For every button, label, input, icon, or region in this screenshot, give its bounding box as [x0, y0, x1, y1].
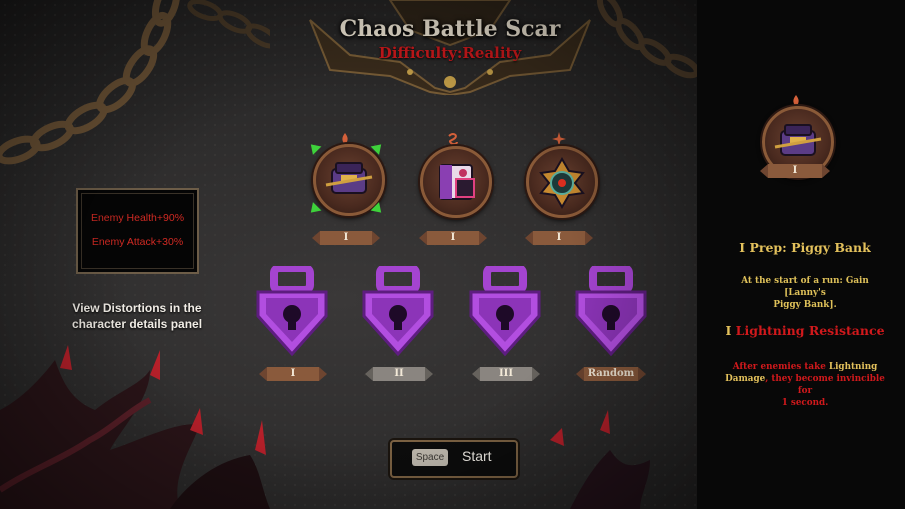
relic-icon-spellbook	[420, 146, 492, 218]
lock-icon	[469, 266, 541, 356]
detail-relic-level-ribbon: I	[760, 164, 830, 178]
game-screen: Chaos Battle Scar Difficulty:Reality Ene…	[0, 0, 905, 509]
desc-text: , they become invincible for	[765, 374, 885, 396]
compass-icon	[539, 157, 585, 209]
enemy-stats-panel: Enemy Health+90% Enemy Attack+30%	[76, 188, 199, 274]
start-button[interactable]: Space Start	[390, 440, 518, 478]
space-key-hint: Space	[412, 449, 448, 466]
entry-name: Lightning Resistance	[735, 323, 885, 338]
lock-icon	[575, 266, 647, 356]
start-label: Start	[462, 448, 492, 464]
page-title: Chaos Battle Scar	[339, 16, 561, 42]
entry-description-line: At the start of a run: Gain [Lanny's	[741, 276, 869, 298]
entry-numeral: I	[725, 323, 732, 338]
relic-level-ribbon: I	[419, 231, 487, 245]
desc-keyword: Damage	[725, 374, 766, 384]
entry-description-line: Piggy Bank].	[773, 300, 837, 310]
enemy-attack-stat: Enemy Attack+30%	[91, 236, 184, 248]
relic-level-ribbon: I	[312, 231, 380, 245]
desc-text: 1 second.	[781, 398, 829, 408]
entry-name: Prep: Piggy Bank	[749, 240, 871, 255]
entry-title-piggy-bank: I Prep: Piggy Bank	[720, 240, 890, 255]
swirl-icon	[448, 133, 458, 146]
entry-title-lightning-resistance: I Lightning Resistance	[720, 323, 890, 338]
lock-icon	[362, 266, 434, 356]
entry-numeral: I	[739, 240, 746, 255]
thorn-decoration-right	[550, 410, 650, 509]
spellbook-icon	[439, 164, 475, 200]
desc-text: After enemies take	[732, 362, 826, 372]
lock-label-ribbon: III	[472, 367, 540, 381]
chain-decoration-left	[0, 0, 270, 165]
piggy-bank-icon	[325, 162, 373, 194]
star-icon	[552, 132, 566, 146]
desc-keyword: Lightning	[828, 362, 878, 372]
thorn-decoration-left	[0, 345, 270, 509]
entry-description-piggy-bank: At the start of a run: Gain [Lanny's Pig…	[720, 275, 890, 311]
relic-level-ribbon: I	[525, 231, 593, 245]
difficulty-label: Difficulty:Reality	[378, 44, 522, 62]
relic-icon-compass	[526, 146, 598, 218]
lock-label-ribbon: Random	[576, 367, 646, 381]
enemy-health-stat: Enemy Health+90%	[90, 212, 185, 224]
entry-description-lightning: After enemies take Lightning Damage, the…	[720, 361, 890, 409]
lock-label-ribbon: II	[365, 367, 433, 381]
